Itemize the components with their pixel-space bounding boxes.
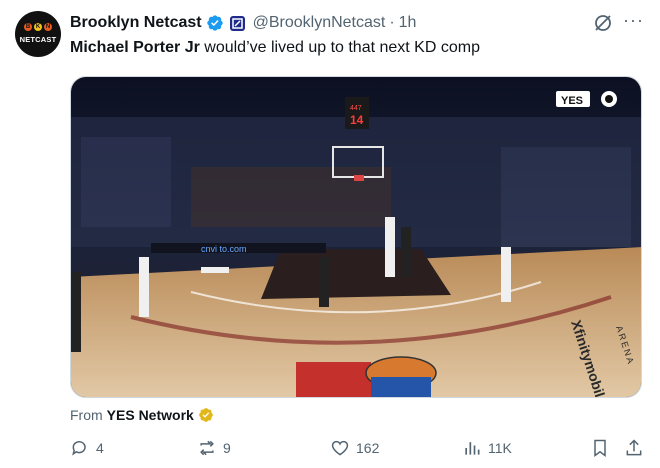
source-name[interactable]: YES Network — [107, 407, 194, 423]
tweet-text-bold: Michael Porter Jr — [70, 39, 200, 56]
like-count: 162 — [356, 440, 380, 456]
floor-logo — [296, 356, 437, 397]
author-name[interactable]: Brooklyn Netcast — [70, 14, 202, 32]
reply-button[interactable]: 4 — [70, 438, 104, 458]
source-prefix: From — [70, 407, 103, 423]
grok-icon[interactable] — [593, 13, 613, 33]
gold-badge-icon[interactable] — [198, 407, 214, 423]
repost-count: 9 — [223, 440, 231, 456]
avatar-dot-3: N — [44, 23, 52, 31]
share-button[interactable] — [624, 438, 650, 458]
bookmark-button[interactable] — [590, 438, 616, 458]
court-paint — [261, 249, 451, 299]
author-handle[interactable]: @BrooklynNetcast — [253, 14, 386, 32]
more-icon[interactable]: ··· — [623, 10, 644, 31]
baseline-ad-text: cnvi to.com — [201, 244, 247, 254]
verified-badge-icon[interactable] — [206, 14, 224, 32]
timestamp[interactable]: 1h — [399, 14, 417, 32]
avatar[interactable]: BKN NETCAST — [15, 11, 61, 57]
tweet-text-rest: would’ve lived up to that next KD comp — [199, 39, 480, 56]
action-bar: 4 9 162 11K — [0, 438, 660, 464]
network-logo-text: YES — [561, 95, 583, 107]
video-frame: cnvi to.com 447 14 Xfinitymobile ARENA Y… — [71, 77, 641, 397]
reply-icon — [72, 440, 86, 456]
like-button[interactable]: 162 — [330, 438, 379, 458]
avatar-dot-1: B — [24, 23, 32, 31]
header-separator: · — [389, 14, 395, 31]
affiliate-badge-icon[interactable] — [229, 15, 245, 31]
views-icon — [465, 442, 480, 455]
avatar-dot-2: K — [34, 23, 42, 31]
avatar-dots: BKN — [15, 23, 61, 31]
source-attribution: From YES Network — [70, 407, 214, 423]
tweet[interactable]: BKN NETCAST Brooklyn Netcast @BrooklynNe… — [0, 0, 660, 468]
repost-button[interactable]: 9 — [197, 438, 231, 458]
views-count: 11K — [488, 440, 512, 456]
video-media[interactable]: cnvi to.com 447 14 Xfinitymobile ARENA Y… — [70, 76, 642, 398]
avatar-brand-text: NETCAST — [19, 35, 57, 44]
crowd — [71, 117, 641, 247]
reply-count: 4 — [96, 440, 104, 456]
bookmark-icon — [594, 439, 606, 457]
tweet-header: Brooklyn Netcast @BrooklynNetcast · 1h — [70, 12, 416, 34]
shot-clock: 14 — [350, 113, 364, 127]
share-icon — [626, 439, 642, 456]
views-button[interactable]: 11K — [462, 438, 512, 458]
tweet-text: Michael Porter Jr would’ve lived up to t… — [70, 39, 480, 57]
like-icon — [331, 440, 349, 456]
repost-icon — [200, 440, 214, 456]
shot-clock-top: 447 — [350, 105, 362, 112]
